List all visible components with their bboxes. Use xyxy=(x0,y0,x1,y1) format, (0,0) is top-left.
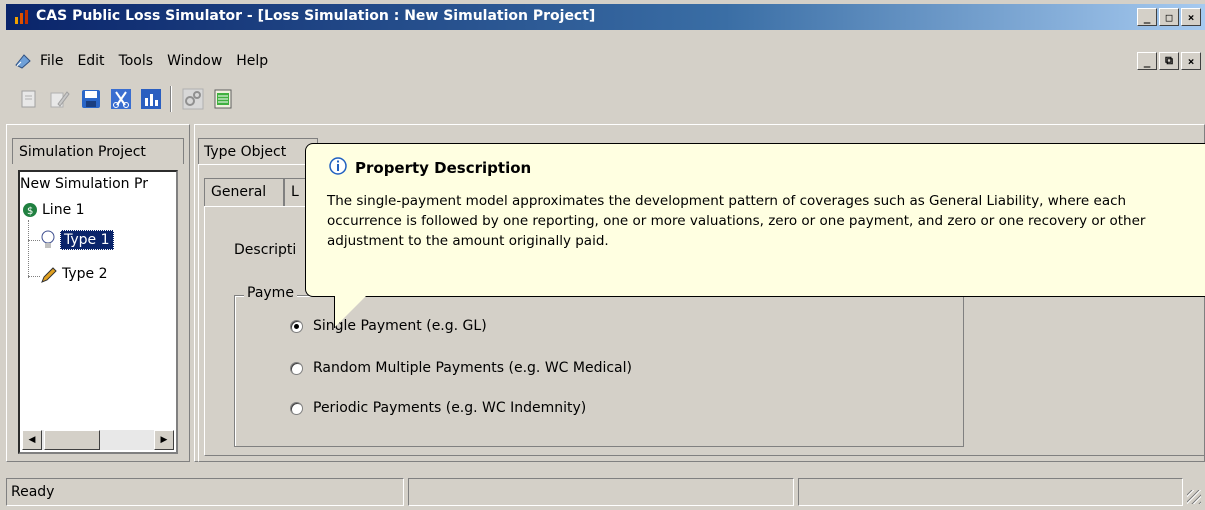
cut-icon[interactable] xyxy=(110,88,132,110)
radio-button[interactable] xyxy=(290,361,303,375)
mdi-minimize-button[interactable]: _ xyxy=(1137,52,1157,70)
gears-icon[interactable] xyxy=(182,88,204,110)
status-panel-3 xyxy=(798,478,1183,506)
tooltip-title: Property Description xyxy=(355,159,532,177)
chart-icon[interactable] xyxy=(140,88,162,110)
export-icon[interactable] xyxy=(212,88,234,110)
status-text: Ready xyxy=(6,478,404,506)
menu-edit[interactable]: Edit xyxy=(77,53,104,69)
mdi-close-button[interactable]: × xyxy=(1181,52,1201,70)
radio-button[interactable] xyxy=(290,319,303,333)
tree-item-line-1[interactable]: Line 1 xyxy=(42,202,85,218)
menu-window[interactable]: Window xyxy=(167,53,222,69)
tree-item-root[interactable]: New Simulation Pr xyxy=(20,176,148,192)
tree-connector xyxy=(28,240,40,241)
svg-text:$: $ xyxy=(27,206,33,217)
tree-horizontal-scrollbar[interactable]: ◀ ▶ xyxy=(22,430,174,450)
tooltip-text: The single-payment model approximates th… xyxy=(327,193,1146,249)
line-icon: $ xyxy=(23,203,37,217)
radio-button[interactable] xyxy=(290,401,303,415)
document-menu-icon[interactable] xyxy=(14,53,32,69)
app-icon xyxy=(15,10,28,24)
mdi-restore-button[interactable]: ⧉ xyxy=(1159,52,1179,70)
tab-simulation-project[interactable]: Simulation Project xyxy=(12,138,184,164)
menu-file[interactable]: File xyxy=(40,53,63,69)
lightbulb-icon xyxy=(41,230,55,248)
radio-periodic-payments[interactable]: Periodic Payments (e.g. WC Indemnity) xyxy=(290,400,586,416)
save-icon[interactable] xyxy=(80,88,102,110)
payment-group-label: Payme xyxy=(244,285,297,301)
tooltip-tail xyxy=(334,296,366,328)
new-doc-icon[interactable] xyxy=(18,88,40,110)
tree-item-type-1[interactable]: Type 1 xyxy=(60,230,114,250)
tree-connector xyxy=(28,220,29,278)
close-button[interactable]: × xyxy=(1181,8,1201,26)
resize-grip[interactable] xyxy=(1187,490,1201,504)
toolbar-separator xyxy=(170,86,172,112)
pencil-icon xyxy=(41,267,57,283)
info-icon xyxy=(329,157,347,175)
menu-tools[interactable]: Tools xyxy=(119,53,154,69)
scroll-right-button[interactable]: ▶ xyxy=(154,430,174,450)
radio-label: Periodic Payments (e.g. WC Indemnity) xyxy=(313,400,587,416)
radio-single-payment[interactable]: Single Payment (e.g. GL) xyxy=(290,318,487,334)
tab-type-object[interactable]: Type Object xyxy=(198,138,318,164)
scroll-thumb[interactable] xyxy=(44,430,100,450)
status-panel-2 xyxy=(408,478,794,506)
menu-bar: File Edit Tools Window Help _ ⧉ × xyxy=(6,50,1205,74)
tab-general[interactable]: General xyxy=(204,178,284,206)
status-bar: Ready xyxy=(6,474,1205,508)
radio-label: Random Multiple Payments (e.g. WC Medica… xyxy=(313,360,632,376)
tree-connector xyxy=(28,276,40,277)
title-bar: CAS Public Loss Simulator - [Loss Simula… xyxy=(6,4,1205,30)
toolbar xyxy=(6,80,406,116)
minimize-button[interactable]: _ xyxy=(1137,8,1157,26)
window-title: CAS Public Loss Simulator - [Loss Simula… xyxy=(36,8,596,24)
scroll-left-button[interactable]: ◀ xyxy=(22,430,42,450)
description-label: Descripti xyxy=(234,242,297,258)
maximize-button[interactable]: □ xyxy=(1159,8,1179,26)
edit-icon[interactable] xyxy=(48,88,70,110)
tooltip-tail-edge xyxy=(334,296,335,328)
menu-help[interactable]: Help xyxy=(236,53,268,69)
project-tree[interactable]: New Simulation Pr $ Line 1 Type 1 Type 2… xyxy=(18,170,178,454)
tree-item-type-2[interactable]: Type 2 xyxy=(62,266,108,282)
radio-random-multiple-payments[interactable]: Random Multiple Payments (e.g. WC Medica… xyxy=(290,360,632,376)
